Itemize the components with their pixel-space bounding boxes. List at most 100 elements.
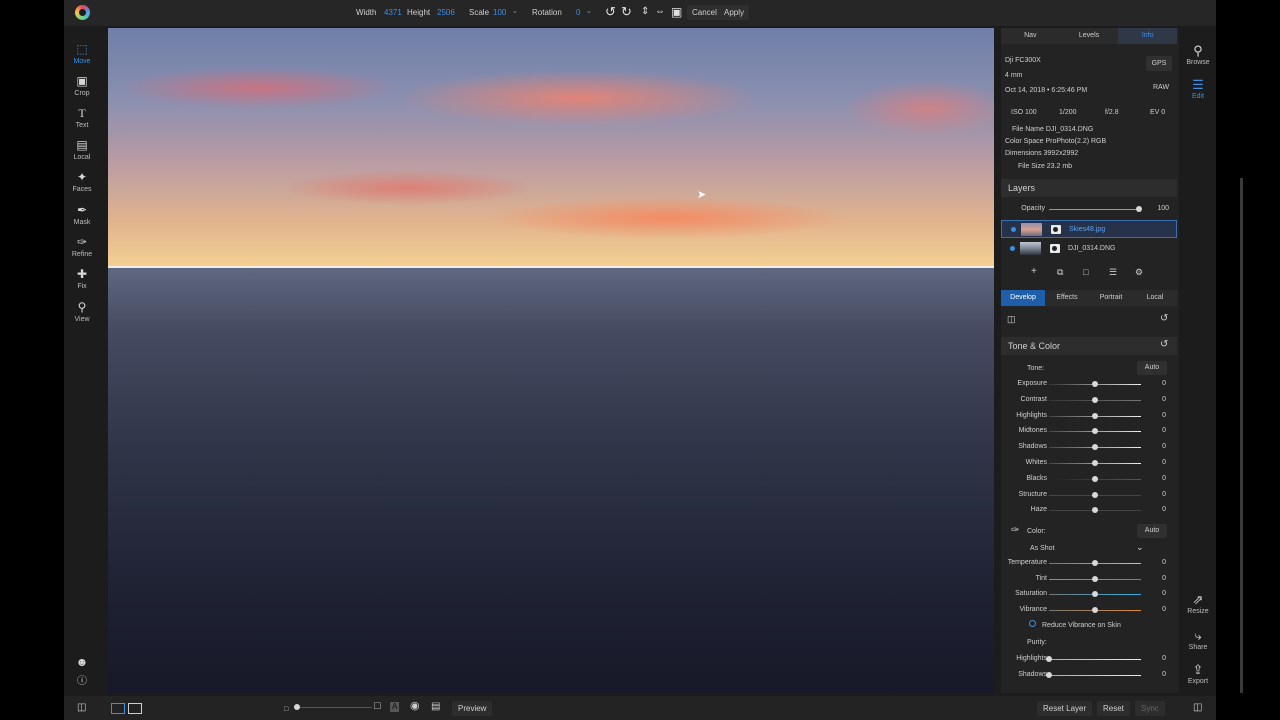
presets-icon[interactable]: ◫ xyxy=(1007,314,1016,325)
slider-vibrance[interactable]: Vibrance 0 xyxy=(1001,603,1177,617)
slider-track[interactable] xyxy=(1049,674,1141,676)
auto-icon[interactable]: A xyxy=(390,702,400,712)
rotate-right-icon[interactable]: ↻ xyxy=(621,5,632,19)
tool-mask[interactable]: ✒ Mask xyxy=(64,203,100,226)
layer-mask-icon[interactable] xyxy=(1051,225,1061,234)
height-field[interactable]: 2506 xyxy=(437,8,455,17)
panel-toggle-right-icon[interactable]: ◫ xyxy=(1193,702,1202,714)
apply-button[interactable]: Apply xyxy=(719,5,750,20)
tool-move[interactable]: ⬚ Move xyxy=(64,42,100,65)
color-auto-button[interactable]: Auto xyxy=(1137,524,1167,538)
chevron-down-icon[interactable]: ⌄ xyxy=(1136,542,1144,553)
scale-dropdown-icon[interactable]: ⌄ xyxy=(512,7,518,15)
slider-haze[interactable]: Haze 0 xyxy=(1001,503,1177,517)
tone-reset-icon[interactable]: ↺ xyxy=(1160,339,1168,350)
layer-visibility-icon[interactable] xyxy=(1011,227,1016,232)
slider-value[interactable]: 0 xyxy=(1162,575,1166,582)
width-field[interactable]: 4371 xyxy=(384,8,402,17)
slider-value[interactable]: 0 xyxy=(1162,590,1166,597)
tab-effects[interactable]: Effects xyxy=(1045,290,1089,306)
clipping-icon[interactable]: ▤ xyxy=(431,701,440,713)
reset-layer-button[interactable]: Reset Layer xyxy=(1037,701,1093,716)
cancel-button[interactable]: Cancel xyxy=(687,5,722,20)
slider-whites[interactable]: Whites 0 xyxy=(1001,456,1177,470)
slider-knob[interactable] xyxy=(1092,575,1098,582)
slider-shadows[interactable]: Shadows 0 xyxy=(1001,440,1177,454)
single-view-icon[interactable] xyxy=(111,703,125,714)
slider-blacks[interactable]: Blacks 0 xyxy=(1001,472,1177,486)
account-button[interactable]: ☻ xyxy=(64,655,100,669)
horizon-guide[interactable] xyxy=(108,266,994,268)
add-layer-icon[interactable]: + xyxy=(1031,266,1037,277)
slider-value[interactable]: 0 xyxy=(1162,491,1166,498)
crop-overlay-icon[interactable]: □ xyxy=(374,700,381,712)
rotation-field[interactable]: 0 xyxy=(576,8,580,17)
slider-knob[interactable] xyxy=(1092,460,1098,466)
rotate-left-icon[interactable]: ↺ xyxy=(605,5,616,19)
flip-horizontal-icon[interactable]: ⇔ xyxy=(655,5,665,19)
tool-faces[interactable]: ✦ Faces xyxy=(64,170,100,193)
mask-overlay-icon[interactable]: ◉ xyxy=(410,700,420,712)
tab-info[interactable]: Info xyxy=(1118,28,1178,44)
slider-temperature[interactable]: Temperature 0 xyxy=(1001,556,1177,570)
layers-header[interactable]: Layers xyxy=(1001,179,1177,197)
share-button[interactable]: ⤷ Share xyxy=(1184,628,1212,651)
preview-button[interactable]: Preview xyxy=(452,701,493,716)
reset-all-icon[interactable]: ↺ xyxy=(1160,313,1168,324)
slider-knob[interactable] xyxy=(1092,396,1098,403)
tab-nav[interactable]: Nav xyxy=(1001,28,1060,44)
scale-field[interactable]: 100 xyxy=(493,8,506,17)
slider-value[interactable]: 0 xyxy=(1162,443,1166,450)
tool-local[interactable]: ▤ Local xyxy=(64,138,100,161)
slider-highlights[interactable]: Highlights 0 xyxy=(1001,652,1177,666)
tool-refine[interactable]: ✑ Refine xyxy=(64,235,100,258)
color-picker-icon[interactable]: ✑ xyxy=(1011,525,1019,536)
slider-midtones[interactable]: Midtones 0 xyxy=(1001,424,1177,438)
slider-value[interactable]: 0 xyxy=(1162,559,1166,566)
reset-button[interactable]: Reset xyxy=(1097,701,1130,716)
slider-value[interactable]: 0 xyxy=(1162,506,1166,513)
tab-levels[interactable]: Levels xyxy=(1060,28,1119,44)
app-logo-icon[interactable] xyxy=(75,5,90,20)
rotation-dropdown-icon[interactable]: ⌄ xyxy=(586,7,592,15)
slider-exposure[interactable]: Exposure 0 xyxy=(1001,377,1177,391)
tool-text[interactable]: T Text xyxy=(64,106,100,129)
edit-button[interactable]: ☰ Edit xyxy=(1184,77,1212,100)
zoom-out-icon[interactable]: □ xyxy=(284,704,288,716)
photo-canvas[interactable]: ➤ xyxy=(108,28,994,693)
slider-knob[interactable] xyxy=(1046,656,1052,662)
tool-crop[interactable]: ▣ Crop xyxy=(64,74,100,97)
slider-value[interactable]: 0 xyxy=(1162,475,1166,482)
duplicate-layer-icon[interactable]: ⧉ xyxy=(1057,267,1063,278)
layer-visibility-icon[interactable] xyxy=(1010,246,1015,251)
slider-shadows[interactable]: Shadows 0 xyxy=(1001,668,1177,682)
slider-structure[interactable]: Structure 0 xyxy=(1001,488,1177,502)
slider-value[interactable]: 0 xyxy=(1162,396,1166,403)
slider-knob[interactable] xyxy=(1046,671,1052,678)
browse-button[interactable]: ⚲ Browse xyxy=(1184,43,1212,66)
sync-button[interactable]: Sync xyxy=(1135,701,1165,716)
slider-value[interactable]: 0 xyxy=(1162,671,1166,678)
slider-knob[interactable] xyxy=(1092,591,1098,598)
slider-contrast[interactable]: Contrast 0 xyxy=(1001,393,1177,407)
compare-view-icon[interactable] xyxy=(128,703,142,714)
opacity-slider[interactable]: Opacity 100 xyxy=(1001,202,1177,216)
slider-knob[interactable] xyxy=(1092,381,1098,387)
zoom-knob[interactable] xyxy=(294,704,300,710)
reduce-vibrance-checkbox[interactable] xyxy=(1029,620,1036,627)
new-layer-icon[interactable]: □ xyxy=(1083,267,1088,277)
slider-knob[interactable] xyxy=(1092,444,1098,451)
tab-portrait[interactable]: Portrait xyxy=(1089,290,1133,306)
slider-knob[interactable] xyxy=(1092,475,1098,482)
tool-fix[interactable]: ✚ Fix xyxy=(64,267,100,290)
export-button[interactable]: ⇪ Export xyxy=(1184,662,1212,685)
slider-highlights[interactable]: Highlights 0 xyxy=(1001,409,1177,423)
slider-knob[interactable] xyxy=(1092,412,1098,419)
slider-knob[interactable] xyxy=(1092,607,1098,614)
slider-value[interactable]: 0 xyxy=(1162,606,1166,613)
slider-tint[interactable]: Tint 0 xyxy=(1001,572,1177,586)
panel-scrollbar[interactable] xyxy=(1240,178,1243,693)
slider-value[interactable]: 0 xyxy=(1162,380,1166,387)
tone-auto-button[interactable]: Auto xyxy=(1137,361,1167,375)
tool-view[interactable]: ⚲ View xyxy=(64,300,100,323)
